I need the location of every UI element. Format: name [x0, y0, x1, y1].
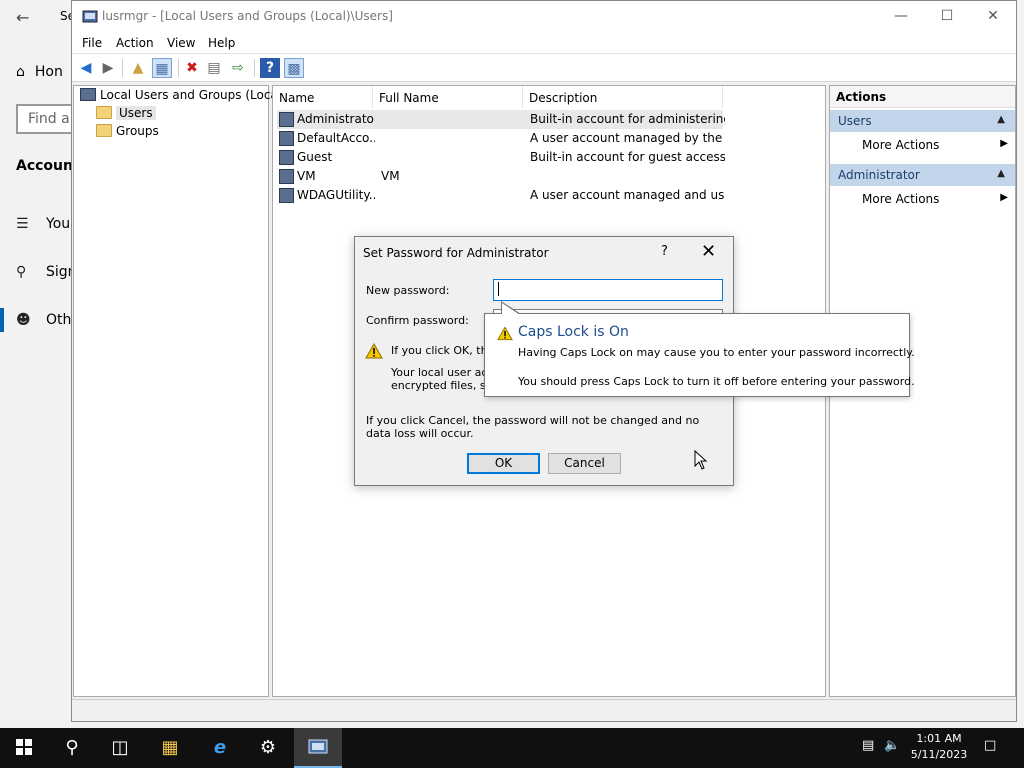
internet-explorer-icon[interactable]: e [196, 728, 244, 768]
up-folder-icon[interactable]: ▲ [128, 58, 148, 78]
tooltip-line1: Having Caps Lock on may cause you to ent… [518, 346, 915, 359]
actions-header: Actions [830, 86, 1015, 108]
ok-button[interactable]: OK [467, 453, 540, 474]
person-icon: ☻ [16, 312, 31, 328]
show-hide-tree-icon[interactable]: ▦ [152, 58, 172, 78]
tree-node-users[interactable]: Users [96, 106, 156, 120]
home-nav-item[interactable]: ⌂ Hon [16, 64, 63, 80]
user-icon [279, 112, 294, 127]
back-arrow-icon[interactable]: ← [16, 8, 29, 27]
table-row[interactable]: VM VM [277, 167, 723, 186]
key-icon: ⚲ [16, 264, 27, 280]
text-caret [498, 282, 499, 296]
tree-node-root[interactable]: Local Users and Groups (Local) [80, 88, 286, 102]
table-row[interactable]: Administrator Built-in account for admin… [277, 110, 725, 129]
minimize-icon[interactable]: — [878, 5, 924, 29]
toolbar-separator [178, 59, 179, 77]
tooltip-line2: You should press Caps Lock to turn it of… [518, 375, 915, 388]
menu-action[interactable]: Action [116, 36, 154, 50]
computer-users-icon [80, 88, 96, 101]
collapse-up-icon[interactable]: ▲ [997, 114, 1005, 125]
warning-icon [497, 326, 513, 341]
menu-file[interactable]: File [82, 36, 102, 50]
delete-icon[interactable]: ✖ [182, 58, 202, 78]
clock-time: 1:01 AM [916, 732, 962, 745]
forward-icon[interactable]: ▶ [98, 58, 118, 78]
submenu-arrow-icon: ▶ [1000, 192, 1008, 203]
warning-icon [365, 343, 383, 359]
more-actions-administrator[interactable]: More Actions ▶ [862, 192, 1012, 206]
task-view-icon[interactable]: ◫ [96, 728, 144, 768]
lusrmgr-taskbar-icon[interactable] [294, 728, 342, 768]
start-windows-icon[interactable] [0, 728, 48, 768]
table-row[interactable]: Guest Built-in account for guest access … [277, 148, 725, 167]
status-bar [72, 699, 1016, 721]
nav-item-your-info[interactable]: ☰ You [16, 216, 70, 232]
app-icon [82, 10, 98, 23]
nav-selection-indicator [0, 308, 4, 332]
properties-icon[interactable]: ▤ [204, 58, 224, 78]
close-icon[interactable]: ✕ [701, 241, 716, 262]
file-explorer-icon[interactable]: ▦ [146, 728, 194, 768]
toolbar: ◀ ▶ ▲ ▦ ✖ ▤ ⇨ ? ▩ [72, 54, 1016, 82]
notifications-icon[interactable]: □ [984, 738, 996, 753]
new-password-label: New password: [366, 284, 450, 297]
menu-view[interactable]: View [167, 36, 195, 50]
help-icon[interactable]: ? [260, 58, 280, 78]
tooltip-pointer-fill [502, 303, 520, 315]
folder-icon [96, 106, 112, 119]
cancel-button[interactable]: Cancel [548, 453, 621, 474]
clock-date: 5/11/2023 [910, 748, 968, 761]
title-bar[interactable]: lusrmgr - [Local Users and Groups (Local… [72, 1, 1016, 32]
user-icon [279, 169, 294, 184]
menu-bar: File Action View Help [72, 32, 1016, 54]
back-icon[interactable]: ◀ [76, 58, 96, 78]
menu-help[interactable]: Help [208, 36, 235, 50]
system-clock[interactable]: 1:01 AM 5/11/2023 [906, 731, 972, 763]
dialog-title: Set Password for Administrator [363, 246, 549, 260]
user-icon [279, 150, 294, 165]
close-window-icon[interactable]: ✕ [970, 5, 1016, 29]
new-password-field[interactable] [493, 279, 723, 301]
maximize-icon[interactable]: ☐ [924, 5, 970, 29]
help-question-icon[interactable]: ? [661, 244, 668, 259]
home-icon: ⌂ [16, 64, 25, 80]
window-title: lusrmgr - [Local Users and Groups (Local… [102, 9, 393, 23]
confirm-password-label: Confirm password: [366, 314, 469, 327]
tooltip-title: Caps Lock is On [518, 324, 629, 340]
nav-item-sign-in[interactable]: ⚲ Sign [16, 264, 77, 280]
user-icon [279, 131, 294, 146]
user-icon [279, 188, 294, 203]
tree-pane: Local Users and Groups (Local) Users Gro… [73, 85, 286, 697]
tree-node-groups[interactable]: Groups [96, 124, 159, 138]
caps-lock-tooltip: Caps Lock is On Having Caps Lock on may … [484, 301, 915, 397]
taskbar: ⚲ ◫ ▦ e ⚙ ▤ 🔈 1:01 AM 5/11/2023 □ [0, 728, 1024, 768]
column-header-description[interactable]: Description [523, 86, 723, 108]
more-actions-users[interactable]: More Actions ▶ [862, 138, 1012, 152]
search-icon[interactable]: ⚲ [48, 728, 96, 768]
settings-gear-icon[interactable]: ⚙ [244, 728, 292, 768]
home-label: Hon [34, 64, 63, 80]
column-header-full-name[interactable]: Full Name [373, 86, 523, 108]
cancel-note-text: If you click Cancel, the password will n… [366, 414, 700, 440]
table-row[interactable]: DefaultAcco... A user account managed by… [277, 129, 725, 148]
folder-icon [96, 124, 112, 137]
table-row[interactable]: WDAGUtility... A user account managed an… [277, 186, 725, 205]
toolbar-separator [254, 59, 255, 77]
toolbar-separator [122, 59, 123, 77]
actions-group-users[interactable]: Users ▲ [830, 110, 1015, 132]
collapse-up-icon[interactable]: ▲ [997, 168, 1005, 179]
show-action-pane-icon[interactable]: ▩ [284, 58, 304, 78]
info-list-icon: ☰ [16, 216, 29, 232]
mouse-cursor-icon [694, 450, 708, 470]
submenu-arrow-icon: ▶ [1000, 138, 1008, 149]
export-list-icon[interactable]: ⇨ [228, 58, 248, 78]
column-header-name[interactable]: Name [273, 86, 373, 108]
volume-muted-icon[interactable]: 🔈 [884, 738, 900, 753]
network-icon[interactable]: ▤ [862, 738, 874, 753]
actions-group-administrator[interactable]: Administrator ▲ [830, 164, 1015, 186]
